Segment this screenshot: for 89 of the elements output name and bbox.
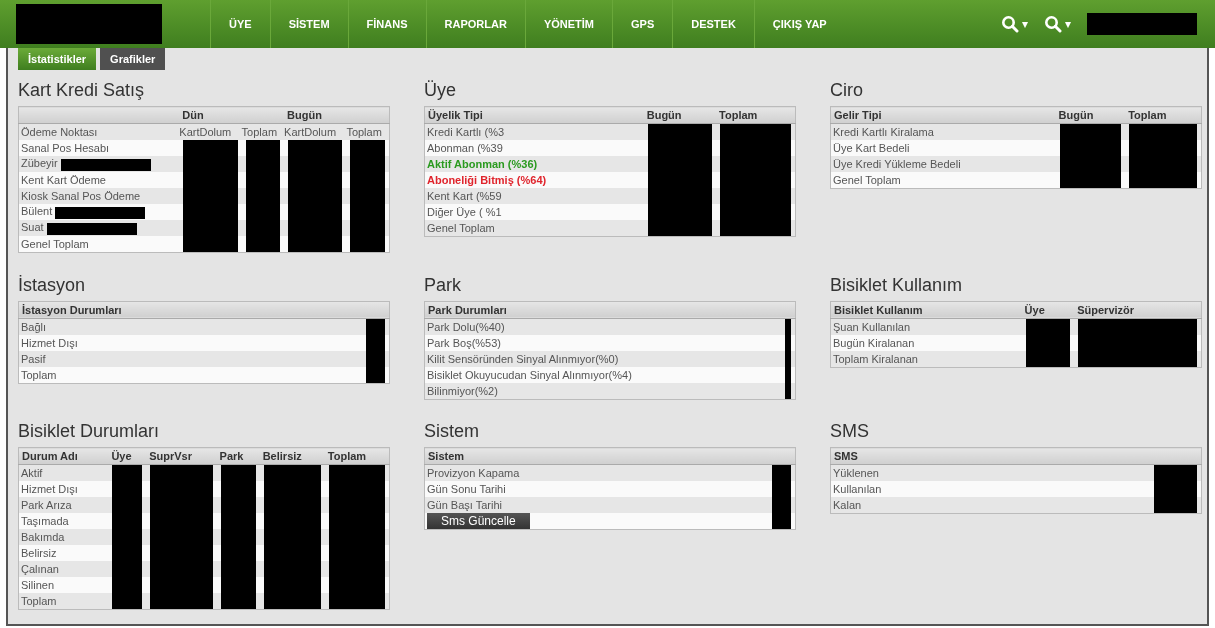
search-menu-button[interactable]: ▾ xyxy=(1036,15,1079,33)
sms-update-button[interactable]: Sms Güncelle xyxy=(427,513,530,530)
row-label: Belirsiz xyxy=(21,547,57,560)
row-label: Aktif Abonman (%36) xyxy=(427,158,538,170)
column-header: Süpervizör xyxy=(1077,303,1135,316)
caret-icon: ▾ xyxy=(1065,17,1071,31)
panel-title: Bisiklet Kullanım xyxy=(830,274,964,296)
column-header: Üye xyxy=(111,450,132,463)
row-label: Bağlı xyxy=(21,320,47,333)
column-header: Bugün xyxy=(287,109,322,121)
row-label: Kalan xyxy=(833,499,862,512)
column-header: SuprVsr xyxy=(149,450,192,463)
row-label: Genel Toplam xyxy=(833,174,901,186)
column-header: Bugün xyxy=(646,109,682,121)
row-label: Kent Kart Ödeme xyxy=(21,174,106,186)
sub-header: KartDolum xyxy=(179,126,232,138)
tab[interactable]: Grafikler xyxy=(100,48,166,70)
search-menu-button[interactable]: ▾ xyxy=(993,15,1036,33)
column-header: Park Durumları xyxy=(428,303,507,316)
row-label: Suat xyxy=(21,221,44,234)
row-label: Bisiklet Okuyucudan Sinyal Alınmıyor(%4) xyxy=(427,368,632,381)
row-label: Kilit Sensöründen Sinyal Alınmıyor(%0) xyxy=(427,352,619,365)
row-label: Genel Toplam xyxy=(427,222,495,234)
panel-title: SMS xyxy=(830,421,870,443)
row-label: Zübeyir xyxy=(21,157,58,170)
row-label: Kredi Kartlı Kiralama xyxy=(833,126,934,138)
row-label: Şuan Kullanılan xyxy=(833,320,911,333)
column-header: Toplam xyxy=(1128,109,1167,121)
panel-title: Üye xyxy=(424,80,457,101)
row-label: Kiosk Sanal Pos Ödeme xyxy=(21,190,141,202)
row-label: Yüklenen xyxy=(833,467,879,480)
tab[interactable]: İstatistikler xyxy=(18,48,97,70)
row-label: Aboneliği Bitmiş (%64) xyxy=(427,174,547,186)
column-header: SMS xyxy=(834,450,858,463)
row-label: Aktif xyxy=(21,467,43,480)
panel-title: Ciro xyxy=(830,80,864,101)
column-header: Gelir Tipi xyxy=(834,109,882,121)
row-label: Gün Sonu Tarihi xyxy=(427,483,506,496)
panel-title: Kart Kredi Satış xyxy=(18,80,146,101)
row-label: Provizyon Kapama xyxy=(427,467,520,480)
row-label: Diğer Üye ( %1 xyxy=(427,206,502,218)
column-header: İstasyon Durumları xyxy=(22,303,122,316)
column-header: Dün xyxy=(182,109,204,121)
row-label: Taşımada xyxy=(21,515,69,528)
row-label: Genel Toplam xyxy=(21,238,89,250)
panel-title: Sistem xyxy=(424,421,480,443)
column-header: Belirsiz xyxy=(262,450,302,463)
row-label: Toplam Kiralanan xyxy=(833,352,918,365)
row-label: Üye Kart Bedeli xyxy=(833,142,910,154)
search-icon xyxy=(1044,15,1062,33)
row-label: Bilinmiyor(%2) xyxy=(427,384,498,397)
row-label: Park Arıza xyxy=(21,499,72,512)
row-label: Kredi Kartlı (%3 xyxy=(427,126,505,138)
caret-icon: ▾ xyxy=(1022,17,1028,31)
column-header: Üyelik Tipi xyxy=(428,109,483,121)
panel-title: Bisiklet Durumları xyxy=(18,421,161,443)
row-label: Sanal Pos Hesabı xyxy=(21,142,110,154)
row-label: Toplam xyxy=(21,595,57,608)
row-label: Toplam xyxy=(21,368,57,381)
column-header: Toplam xyxy=(327,450,367,463)
row-label: Gün Başı Tarihi xyxy=(427,499,502,512)
row-label: Park Boş(%53) xyxy=(427,336,501,349)
row-label: Bülent xyxy=(21,205,53,218)
row-label: Kent Kart (%59 xyxy=(427,190,502,202)
column-header: Durum Adı xyxy=(22,450,78,463)
column-header: Park xyxy=(219,450,244,463)
row-label: Bakımda xyxy=(21,531,65,544)
row-label: Üye Kredi Yükleme Bedeli xyxy=(833,158,961,170)
row-label: Hizmet Dışı xyxy=(21,336,78,349)
row-label: Pasif xyxy=(21,352,46,365)
column-header: Üye xyxy=(1024,303,1045,316)
column-header: Bisiklet Kullanım xyxy=(834,303,923,316)
row-label: Ödeme Noktası xyxy=(21,126,98,138)
panel-title: Park xyxy=(424,274,462,296)
column-header: Toplam xyxy=(719,109,758,121)
panel-title: İstasyon xyxy=(18,274,87,296)
row-label: Park Dolu(%40) xyxy=(427,320,505,333)
sub-header: Toplam xyxy=(346,126,382,138)
row-label: Bugün Kiralanan xyxy=(833,336,915,349)
row-label: Silinen xyxy=(21,579,55,592)
row-label: Abonman (%39 xyxy=(427,142,503,154)
row-label: Kullanılan xyxy=(833,483,882,496)
row-label: Çalınan xyxy=(21,563,59,576)
sub-header: Toplam xyxy=(241,126,278,138)
column-header: Sistem xyxy=(428,450,465,463)
column-header: Bugün xyxy=(1058,109,1094,121)
sub-header: KartDolum xyxy=(284,126,337,138)
row-label: Hizmet Dışı xyxy=(21,483,78,496)
search-icon xyxy=(1001,15,1019,33)
